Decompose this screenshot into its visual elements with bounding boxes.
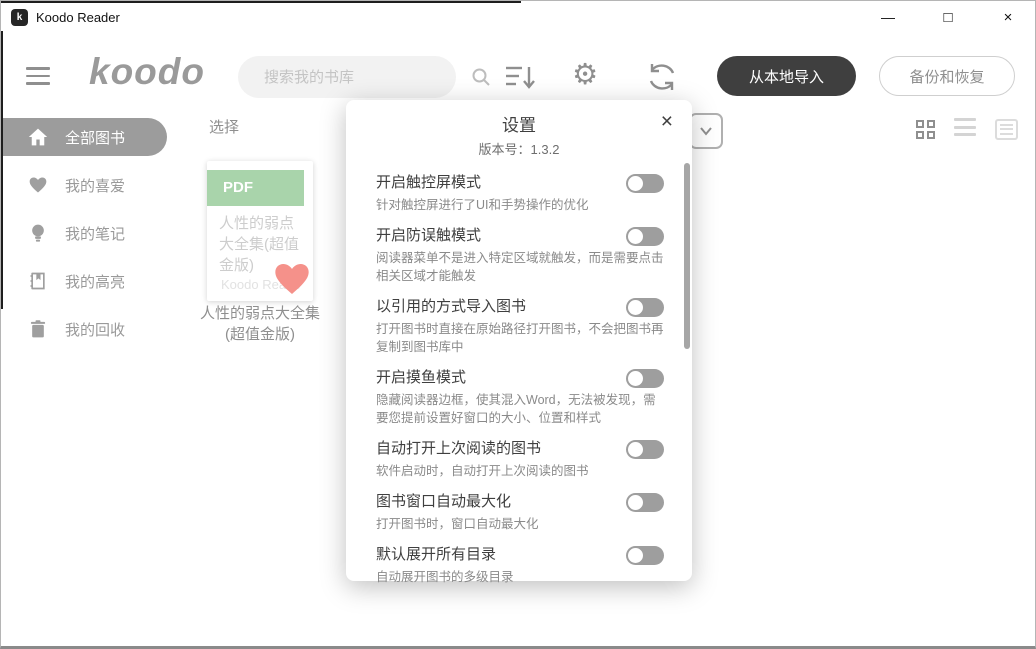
koodo-logo: koodo (89, 51, 205, 93)
modal-scrollbar[interactable] (684, 163, 690, 349)
window-title: Koodo Reader (36, 10, 120, 25)
settings-list: 开启触控屏模式 针对触控屏进行了UI和手势操作的优化 开启防误触模式 阅读器菜单… (346, 158, 692, 586)
sidebar-item-favorites[interactable]: 我的喜爱 (1, 166, 196, 204)
settings-gear-icon[interactable]: ⚙ (572, 60, 598, 90)
titlebar: k Koodo Reader — □ × (1, 1, 1035, 33)
list-view-icon[interactable] (954, 118, 976, 141)
toggle-auto-maximize[interactable] (626, 493, 664, 512)
toggle-touch-mode[interactable] (626, 174, 664, 193)
sidebar-item-label: 我的高亮 (65, 271, 125, 292)
sidebar-item-label: 我的回收 (65, 319, 125, 340)
toggle-import-by-reference[interactable] (626, 298, 664, 317)
search-input[interactable] (238, 69, 471, 86)
toggle-slacking-mode[interactable] (626, 369, 664, 388)
close-icon[interactable]: × (993, 9, 1023, 26)
setting-row-auto-maximize: 图书窗口自动最大化 打开图书时，窗口自动最大化 (376, 490, 664, 533)
sidebar-item-label: 我的笔记 (65, 223, 125, 244)
setting-row-mistouch-prevention: 开启防误触模式 阅读器菜单不是进入特定区域就触发，而是需要点击相关区域才能触发 (376, 224, 664, 285)
card-view-icon[interactable] (995, 119, 1018, 140)
setting-desc: 阅读器菜单不是进入特定区域就触发，而是需要点击相关区域才能触发 (376, 249, 664, 285)
setting-title: 默认展开所有目录 (376, 543, 496, 567)
setting-title: 图书窗口自动最大化 (376, 490, 511, 514)
book-icon (28, 271, 48, 291)
menu-hamburger-icon[interactable] (26, 67, 50, 90)
window-left-edge (1, 31, 3, 309)
setting-title: 开启摸鱼模式 (376, 366, 466, 390)
setting-desc: 隐藏阅读器边框，使其混入Word，无法被发现，需要您提前设置好窗口的大小、位置和… (376, 391, 664, 427)
window-controls: — □ × (873, 9, 1023, 26)
chevron-down-icon (699, 126, 713, 136)
sidebar-item-notes[interactable]: 我的笔记 (1, 214, 196, 252)
sort-dropdown-fragment[interactable] (689, 113, 723, 149)
heart-icon (28, 175, 48, 195)
version-label: 版本号：1.3.2 (346, 139, 692, 158)
window-top-edge (1, 1, 521, 3)
setting-row-import-by-reference: 以引用的方式导入图书 打开图书时直接在原始路径打开图书，不会把图书再复制到图书库… (376, 295, 664, 356)
sync-icon[interactable] (646, 62, 678, 92)
toggle-open-last-book[interactable] (626, 440, 664, 459)
setting-desc: 打开图书时直接在原始路径打开图书，不会把图书再复制到图书库中 (376, 320, 664, 356)
search-box[interactable] (238, 56, 456, 98)
modal-close-icon[interactable]: × (661, 111, 673, 132)
sidebar-item-label: 全部图书 (65, 127, 125, 148)
setting-row-touch-mode: 开启触控屏模式 针对触控屏进行了UI和手势操作的优化 (376, 171, 664, 214)
setting-title: 以引用的方式导入图书 (376, 295, 526, 319)
book-title-caption[interactable]: 人性的弱点大全集(超值金版) (197, 303, 323, 345)
view-mode-switcher (916, 118, 1018, 141)
setting-desc: 自动展开图书的多级目录 (376, 568, 664, 586)
toggle-expand-toc[interactable] (626, 546, 664, 565)
select-mode-label[interactable]: 选择 (209, 116, 239, 137)
sidebar-item-trash[interactable]: 我的回收 (1, 310, 196, 348)
sidebar-item-all-books[interactable]: 全部图书 (1, 118, 167, 156)
setting-title: 自动打开上次阅读的图书 (376, 437, 541, 461)
import-local-button[interactable]: 从本地导入 (717, 56, 856, 96)
maximize-icon[interactable]: □ (933, 9, 963, 26)
setting-desc: 针对触控屏进行了UI和手势操作的优化 (376, 196, 664, 214)
setting-desc: 打开图书时，窗口自动最大化 (376, 515, 664, 533)
setting-row-slacking-mode: 开启摸鱼模式 隐藏阅读器边框，使其混入Word，无法被发现，需要您提前设置好窗口… (376, 366, 664, 427)
setting-row-expand-toc: 默认展开所有目录 自动展开图书的多级目录 (376, 543, 664, 586)
home-icon (28, 127, 48, 147)
format-badge: PDF (207, 170, 304, 206)
search-icon[interactable] (471, 67, 491, 87)
modal-title: 设置 (346, 100, 692, 136)
setting-desc: 软件启动时，自动打开上次阅读的图书 (376, 462, 664, 480)
app-window: k Koodo Reader — □ × koodo ⚙ (0, 0, 1036, 649)
sort-icon[interactable] (504, 63, 536, 91)
toggle-mistouch-prevention[interactable] (626, 227, 664, 246)
setting-row-open-last-book: 自动打开上次阅读的图书 软件启动时，自动打开上次阅读的图书 (376, 437, 664, 480)
sidebar-item-label: 我的喜爱 (65, 175, 125, 196)
setting-title: 开启防误触模式 (376, 224, 481, 248)
grid-view-icon[interactable] (916, 120, 935, 139)
sidebar-item-highlights[interactable]: 我的高亮 (1, 262, 196, 300)
backup-restore-button[interactable]: 备份和恢复 (879, 56, 1015, 96)
settings-modal: 设置 版本号：1.3.2 × 开启触控屏模式 针对触控屏进行了UI和手势操作的优… (346, 100, 692, 581)
book-cover-card[interactable]: PDF 人性的弱点大全集(超值金版) Koodo Reader (207, 161, 313, 301)
favorite-heart-icon[interactable] (271, 259, 313, 299)
minimize-icon[interactable]: — (873, 9, 903, 25)
sidebar: 全部图书 我的喜爱 我的笔记 我的高亮 (1, 118, 196, 358)
bulb-icon (28, 223, 48, 243)
app-logo-icon: k (11, 9, 28, 26)
trash-icon (28, 319, 48, 339)
setting-title: 开启触控屏模式 (376, 171, 481, 195)
